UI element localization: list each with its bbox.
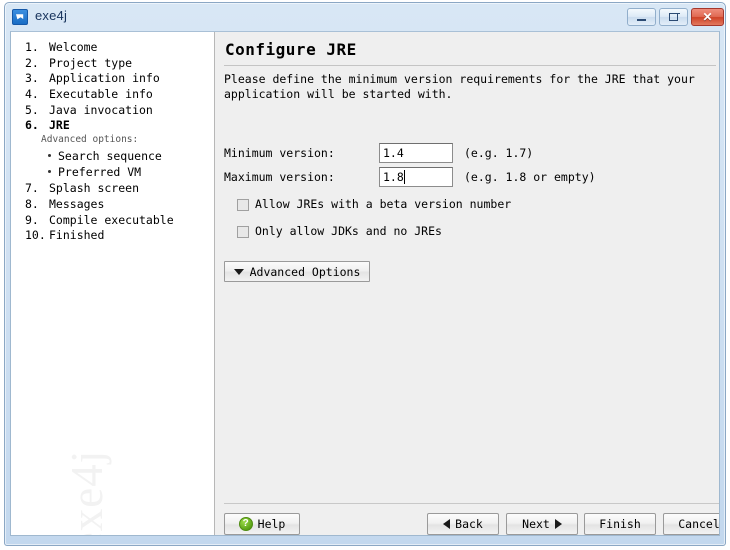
step-label: Compile executable	[49, 213, 174, 227]
chevron-down-icon	[234, 269, 244, 275]
step-number: 8.	[25, 197, 47, 211]
sidebar-step-messages[interactable]: 8.Messages	[11, 197, 214, 213]
step-label: Finished	[49, 228, 104, 242]
step-number: 9.	[25, 213, 47, 227]
sidebar-step-application-info[interactable]: 3.Application info	[11, 71, 214, 87]
step-number: 6.	[25, 118, 47, 132]
minimum-version-hint: (e.g. 1.7)	[464, 146, 533, 160]
cancel-label: Cancel	[678, 517, 720, 531]
finish-label: Finish	[599, 517, 641, 531]
window-titlebar[interactable]: exe4j ✕	[5, 3, 725, 31]
wizard-step-list: 1.Welcome2.Project type3.Application inf…	[11, 40, 214, 244]
step-label: Messages	[49, 197, 104, 211]
title-divider	[224, 65, 716, 66]
sidebar-step-project-type[interactable]: 2.Project type	[11, 56, 214, 72]
help-icon: ?	[239, 517, 253, 531]
only-jdk-checkbox[interactable]	[237, 226, 249, 238]
application-window: exe4j ✕ 1.Welcome2.Project type3.Applica…	[4, 2, 726, 546]
footer-divider	[224, 503, 720, 504]
step-label: Splash screen	[49, 181, 139, 195]
step-label: Project type	[49, 56, 132, 70]
step-label: JRE	[49, 118, 70, 132]
sidebar-step-java-invocation[interactable]: 5.Java invocation	[11, 103, 214, 119]
step-label: Executable info	[49, 87, 153, 101]
advanced-options-header: Advanced options:	[11, 134, 214, 149]
back-label: Back	[455, 517, 483, 531]
next-button[interactable]: Next	[506, 513, 578, 535]
sidebar-step-finished[interactable]: 10.Finished	[11, 228, 214, 244]
minimize-button[interactable]	[627, 8, 656, 26]
exe4j-logo-icon	[12, 9, 28, 25]
step-number: 3.	[25, 71, 47, 85]
substep-label: Search sequence	[58, 149, 162, 163]
sidebar-step-executable-info[interactable]: 4.Executable info	[11, 87, 214, 103]
substep-label: Preferred VM	[58, 165, 141, 179]
step-number: 10.	[25, 228, 47, 242]
arrow-left-icon	[443, 519, 450, 529]
back-button[interactable]: Back	[427, 513, 499, 535]
step-number: 5.	[25, 103, 47, 117]
help-button[interactable]: ? Help	[224, 513, 300, 535]
maximize-button[interactable]	[659, 8, 688, 26]
window-client-area: 1.Welcome2.Project type3.Application inf…	[10, 31, 720, 536]
maximum-version-hint: (e.g. 1.8 or empty)	[464, 170, 596, 184]
minimum-version-input[interactable]: 1.4	[379, 143, 453, 163]
finish-button[interactable]: Finish	[584, 513, 656, 535]
advanced-options-label: Advanced Options	[250, 265, 361, 279]
wizard-step-sidebar: 1.Welcome2.Project type3.Application inf…	[11, 32, 215, 535]
minimize-icon	[628, 9, 655, 25]
advanced-options-button[interactable]: Advanced Options	[224, 261, 370, 282]
window-title: exe4j	[35, 8, 67, 23]
bullet-icon	[48, 170, 51, 173]
maximum-version-label: Maximum version:	[224, 170, 335, 184]
maximum-version-input[interactable]: 1.8	[379, 167, 453, 187]
cancel-button[interactable]: Cancel	[663, 513, 720, 535]
next-label: Next	[522, 517, 550, 531]
close-button[interactable]: ✕	[691, 8, 724, 26]
page-description: Please define the minimum version requir…	[224, 72, 716, 102]
sidebar-step-welcome[interactable]: 1.Welcome	[11, 40, 214, 56]
exe4j-watermark: exe4j	[61, 406, 113, 535]
step-number: 4.	[25, 87, 47, 101]
step-label: Welcome	[49, 40, 97, 54]
close-icon: ✕	[692, 9, 723, 25]
sidebar-substep-search-sequence[interactable]: Search sequence	[11, 149, 214, 165]
page-title: Configure JRE	[225, 40, 357, 59]
sidebar-step-splash-screen[interactable]: 7.Splash screen	[11, 181, 214, 197]
help-label: Help	[258, 517, 286, 531]
only-jdk-label: Only allow JDKs and no JREs	[255, 224, 442, 238]
maximize-icon	[660, 9, 687, 25]
step-number: 2.	[25, 56, 47, 70]
step-number: 7.	[25, 181, 47, 195]
allow-beta-jre-checkbox[interactable]	[237, 199, 249, 211]
allow-beta-jre-label: Allow JREs with a beta version number	[255, 197, 511, 211]
step-number: 1.	[25, 40, 47, 54]
sidebar-step-jre[interactable]: 6.JRE	[11, 118, 214, 134]
sidebar-substep-preferred-vm[interactable]: Preferred VM	[11, 165, 214, 181]
minimum-version-label: Minimum version:	[224, 146, 335, 160]
arrow-right-icon	[555, 519, 562, 529]
bullet-icon	[48, 154, 51, 157]
step-label: Java invocation	[49, 103, 153, 117]
wizard-main-panel: Configure JRE Please define the minimum …	[216, 32, 719, 535]
text-caret	[404, 170, 405, 184]
step-label: Application info	[49, 71, 160, 85]
sidebar-step-compile-executable[interactable]: 9.Compile executable	[11, 213, 214, 229]
